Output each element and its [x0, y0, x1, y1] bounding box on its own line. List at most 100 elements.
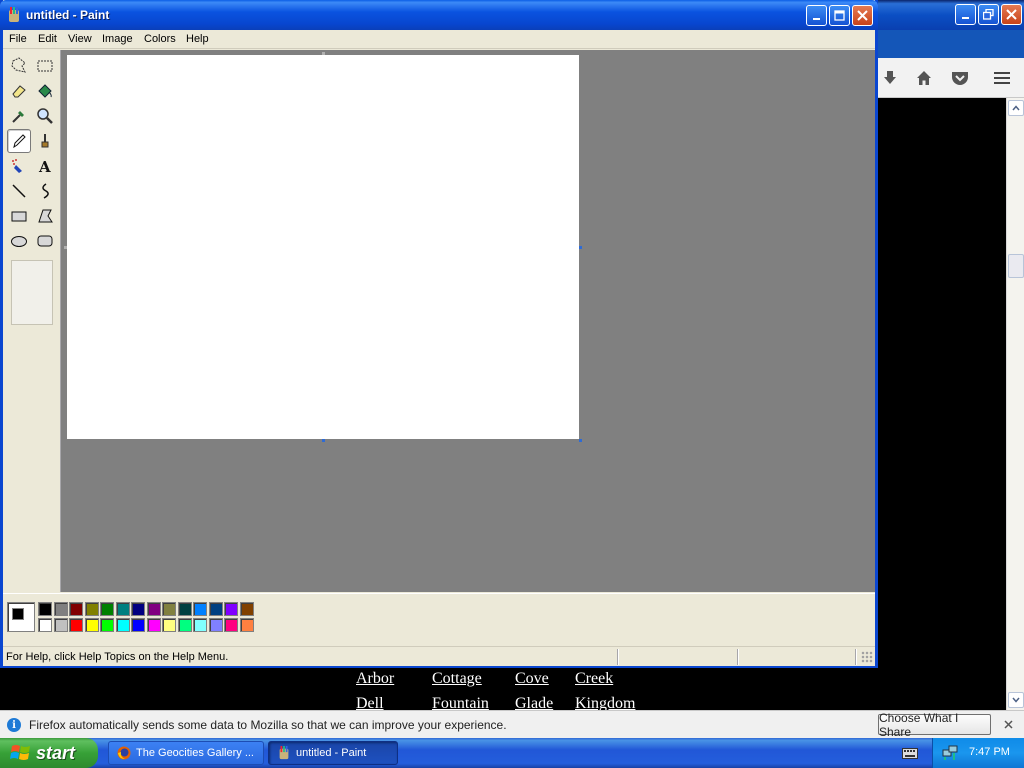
- tool-text[interactable]: A: [33, 154, 57, 178]
- tool-curve[interactable]: [33, 179, 57, 203]
- palette-swatch[interactable]: [53, 618, 68, 632]
- keyboard-icon[interactable]: [902, 746, 918, 760]
- menu-file[interactable]: File: [9, 33, 27, 45]
- start-button[interactable]: start: [0, 738, 98, 768]
- palette-swatch[interactable]: [177, 602, 192, 616]
- palette-swatch[interactable]: [131, 602, 145, 616]
- status-separator: [737, 649, 739, 665]
- menu-image[interactable]: Image: [102, 33, 133, 45]
- tool-line[interactable]: [7, 179, 31, 203]
- palette-swatch[interactable]: [69, 602, 83, 616]
- tool-polygon[interactable]: [33, 204, 57, 228]
- scroll-down-button[interactable]: [1008, 692, 1024, 708]
- palette-swatch[interactable]: [239, 618, 254, 632]
- menu-button[interactable]: [990, 66, 1014, 90]
- palette-swatch[interactable]: [115, 618, 130, 632]
- scroll-up-button[interactable]: [1008, 100, 1024, 116]
- resize-grip[interactable]: [861, 651, 873, 663]
- paint-window-title: untitled - Paint: [26, 8, 110, 22]
- paint-window: untitled - Paint File Edit View Image Co…: [0, 0, 878, 668]
- tool-magnifier[interactable]: [33, 104, 57, 128]
- tool-free-form-select[interactable]: [7, 54, 31, 78]
- firefox-close-button[interactable]: [1001, 4, 1022, 25]
- palette-swatch[interactable]: [162, 602, 176, 616]
- paint-canvas-area[interactable]: [61, 50, 875, 592]
- firefox-restore-button[interactable]: [978, 4, 999, 25]
- palette-swatch[interactable]: [38, 618, 52, 632]
- magnifier-icon: [37, 108, 53, 124]
- palette-swatch[interactable]: [162, 618, 176, 632]
- home-button[interactable]: [912, 66, 936, 90]
- taskbar-firefox-button[interactable]: The Geocities Gallery ...: [108, 741, 264, 765]
- firefox-toolbar: [878, 58, 1024, 98]
- palette-swatch[interactable]: [69, 618, 83, 632]
- resize-handle-right[interactable]: [579, 246, 582, 249]
- menu-view[interactable]: View: [68, 33, 92, 45]
- paint-titlebar[interactable]: untitled - Paint: [0, 0, 878, 30]
- link-cottage[interactable]: Cottage: [432, 670, 482, 688]
- svg-text:A: A: [38, 158, 51, 175]
- palette-swatch[interactable]: [193, 602, 207, 616]
- paint-maximize-button[interactable]: [829, 5, 850, 26]
- clock[interactable]: 7:47 PM: [969, 746, 1010, 758]
- palette-swatch[interactable]: [84, 618, 99, 632]
- link-arbor[interactable]: Arbor: [356, 670, 394, 688]
- paint-statusbar: For Help, click Help Topics on the Help …: [3, 646, 875, 666]
- palette-swatch[interactable]: [239, 602, 254, 616]
- taskbar-paint-button[interactable]: untitled - Paint: [268, 741, 398, 765]
- firefox-vertical-scrollbar[interactable]: [1006, 98, 1024, 710]
- menu-help[interactable]: Help: [186, 33, 209, 45]
- paint-bucket-icon: [38, 84, 52, 98]
- palette-swatch[interactable]: [115, 602, 130, 616]
- tool-rectangle[interactable]: [7, 204, 31, 228]
- palette-swatch[interactable]: [146, 602, 161, 616]
- firefox-minimize-button[interactable]: [955, 4, 976, 25]
- palette-swatch[interactable]: [208, 602, 223, 616]
- tool-rounded-rectangle[interactable]: [33, 229, 57, 253]
- paint-close-button[interactable]: [852, 5, 873, 26]
- tool-airbrush[interactable]: [7, 154, 31, 178]
- ellipse-icon: [11, 236, 27, 247]
- tool-pick-color[interactable]: [7, 104, 31, 128]
- tool-ellipse[interactable]: [7, 229, 31, 253]
- drawing-canvas[interactable]: [67, 55, 579, 439]
- scroll-thumb[interactable]: [1008, 254, 1024, 278]
- palette-swatch[interactable]: [193, 618, 207, 632]
- palette-swatch[interactable]: [177, 618, 192, 632]
- palette-swatch[interactable]: [224, 618, 238, 632]
- resize-handle-corner[interactable]: [579, 439, 582, 442]
- resize-handle-bottom[interactable]: [322, 439, 325, 442]
- menu-edit[interactable]: Edit: [38, 33, 57, 45]
- palette-swatch[interactable]: [100, 618, 114, 632]
- pocket-button[interactable]: [948, 66, 972, 90]
- tool-fill[interactable]: [33, 79, 57, 103]
- firefox-tab-strip: [878, 30, 1024, 58]
- taskbar: start The Geocities Gallery ... untitled…: [0, 738, 1024, 768]
- menu-colors[interactable]: Colors: [144, 33, 176, 45]
- rectangle-select-icon: [37, 60, 53, 72]
- tool-select[interactable]: [33, 54, 57, 78]
- palette-swatch[interactable]: [53, 602, 68, 616]
- paint-minimize-button[interactable]: [806, 5, 827, 26]
- palette-swatch[interactable]: [38, 602, 52, 616]
- tool-brush[interactable]: [33, 129, 57, 153]
- notification-close-button[interactable]: [1000, 716, 1016, 732]
- taskbar-paint-label: untitled - Paint: [296, 747, 367, 759]
- tool-pencil[interactable]: [7, 129, 31, 153]
- palette-swatch[interactable]: [224, 602, 238, 616]
- resize-handle-top: [322, 52, 325, 55]
- palette-swatch[interactable]: [146, 618, 161, 632]
- choose-what-i-share-button[interactable]: Choose What I Share: [878, 711, 991, 739]
- link-creek[interactable]: Creek: [575, 670, 613, 688]
- palette-swatch[interactable]: [100, 602, 114, 616]
- home-icon: [917, 71, 931, 85]
- palette-swatch[interactable]: [84, 602, 99, 616]
- downloads-button[interactable]: [878, 66, 902, 90]
- tool-options-box[interactable]: [11, 260, 53, 325]
- palette-swatch[interactable]: [131, 618, 145, 632]
- paint-menubar: File Edit View Image Colors Help: [3, 30, 875, 49]
- network-icon[interactable]: [942, 745, 958, 761]
- tool-eraser[interactable]: [7, 79, 31, 103]
- palette-swatch[interactable]: [208, 618, 223, 632]
- link-cove[interactable]: Cove: [515, 670, 549, 688]
